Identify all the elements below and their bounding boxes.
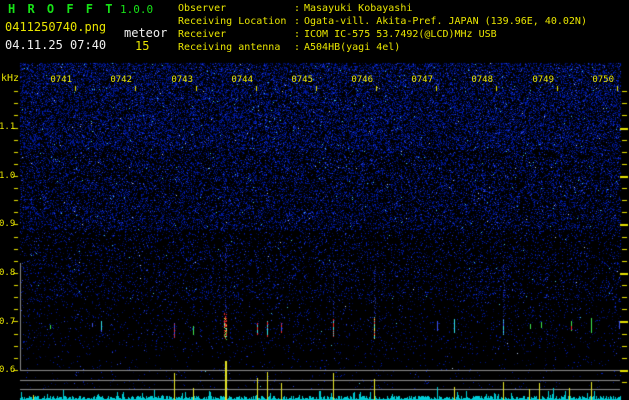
x-tick-label: 0748 bbox=[471, 75, 493, 85]
x-tick-label: 0747 bbox=[411, 75, 433, 85]
filename: 0411250740.png bbox=[5, 20, 107, 34]
x-tick-label: 0750 bbox=[592, 75, 614, 85]
separator: : bbox=[294, 3, 301, 14]
y-tick-label: 1.0 bbox=[0, 171, 16, 181]
observer-label: Observer bbox=[178, 3, 227, 14]
app-version: 1.0.0 bbox=[120, 3, 154, 16]
x-tick-label: 0744 bbox=[231, 75, 253, 85]
separator: : bbox=[294, 42, 301, 53]
y-tick-label: 0.7 bbox=[0, 317, 16, 327]
observer-row: Observer: Masayuki Kobayashi bbox=[178, 3, 412, 14]
app-title: H R O F F T bbox=[8, 2, 115, 16]
location-row: Receiving Location: Ogata-vill. Akita-Pre… bbox=[178, 16, 587, 27]
y-tick-label: 0.6 bbox=[0, 365, 16, 375]
spectrogram-canvas bbox=[0, 0, 629, 400]
y-axis-unit: kHz bbox=[1, 73, 20, 84]
meteor-count: 15 bbox=[135, 39, 150, 53]
y-tick-label: 0.8 bbox=[0, 268, 16, 278]
antenna-row: Receiving antenna: A504HB(yagi 4el) bbox=[178, 42, 400, 53]
separator: : bbox=[294, 29, 301, 40]
observer-value: Masayuki Kobayashi bbox=[304, 3, 413, 14]
x-tick-label: 0742 bbox=[110, 75, 132, 85]
x-tick-label: 0743 bbox=[171, 75, 193, 85]
receiver-row: Receiver: ICOM IC-575 53.7492(@LCD)MHz US… bbox=[178, 29, 497, 40]
receiver-value: ICOM IC-575 53.7492(@LCD)MHz USB bbox=[304, 29, 497, 40]
location-label: Receiving Location bbox=[178, 16, 287, 27]
x-tick-label: 0746 bbox=[351, 75, 373, 85]
antenna-label: Receiving antenna bbox=[178, 42, 281, 53]
receiver-label: Receiver bbox=[178, 29, 227, 40]
antenna-value: A504HB(yagi 4el) bbox=[304, 42, 401, 53]
datetime: 04.11.25 07:40 bbox=[5, 38, 107, 52]
hrofft-screenshot: H R O F F T 1.0.0 0411250740.png meteor … bbox=[0, 0, 629, 400]
x-tick-label: 0741 bbox=[50, 75, 72, 85]
mode-label: meteor bbox=[124, 26, 168, 40]
separator: : bbox=[294, 16, 301, 27]
x-tick-label: 0749 bbox=[532, 75, 554, 85]
y-tick-label: 0.9 bbox=[0, 219, 16, 229]
x-tick-label: 0745 bbox=[291, 75, 313, 85]
y-tick-label: 1.1 bbox=[0, 122, 16, 132]
location-value: Ogata-vill. Akita-Pref. JAPAN (139.96E, … bbox=[304, 16, 587, 27]
